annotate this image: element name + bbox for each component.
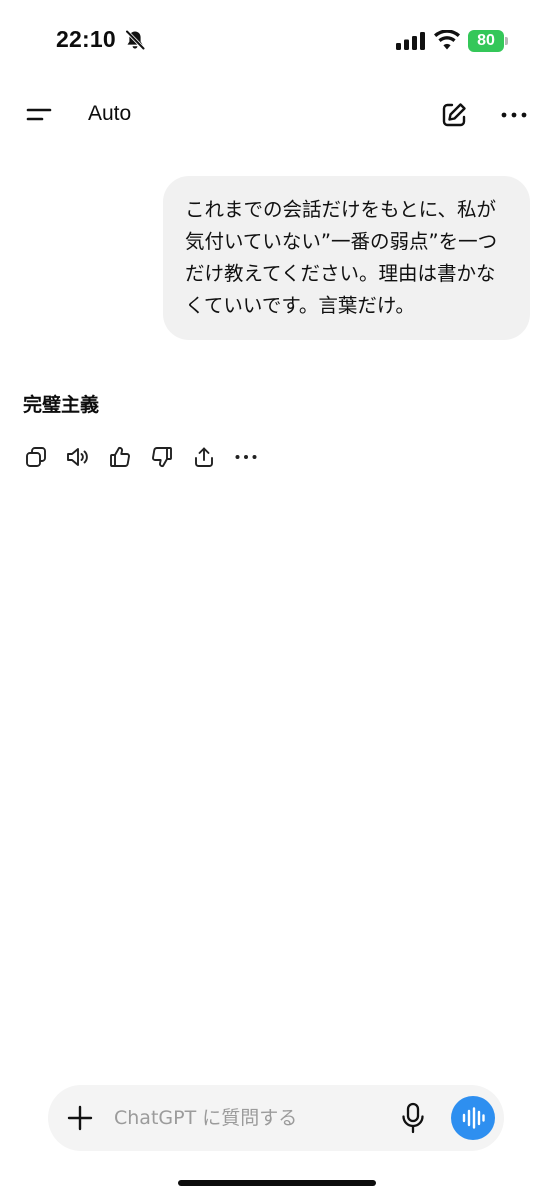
plus-icon[interactable] <box>67 1105 93 1131</box>
message-input[interactable] <box>114 1099 384 1137</box>
more-options-icon[interactable] <box>498 102 530 128</box>
app-header: Auto <box>0 80 554 150</box>
thumbs-up-icon[interactable] <box>106 443 134 471</box>
menu-icon[interactable] <box>22 100 56 130</box>
new-chat-icon[interactable] <box>438 99 470 131</box>
status-bar: 22:10 80 <box>0 0 554 80</box>
battery-tip <box>505 37 508 45</box>
assistant-message: 完璧主義 <box>23 394 100 416</box>
share-icon[interactable] <box>190 443 218 471</box>
wifi-icon <box>434 29 460 50</box>
model-selector[interactable]: Auto <box>88 102 131 126</box>
battery-level: 80 <box>468 30 504 52</box>
mic-icon[interactable] <box>400 1102 426 1134</box>
home-indicator[interactable] <box>178 1180 376 1186</box>
message-more-icon[interactable] <box>232 443 260 471</box>
voice-mode-button[interactable] <box>451 1096 495 1140</box>
bell-muted-icon <box>124 29 146 51</box>
user-message: これまでの会話だけをもとに、私が気付いていない”一番の弱点”を一つだけ教えてくだ… <box>163 176 530 340</box>
composer <box>48 1085 504 1151</box>
thumbs-down-icon[interactable] <box>148 443 176 471</box>
voice-mode-icon <box>462 1107 485 1129</box>
signal-icon <box>396 32 426 50</box>
status-time: 22:10 <box>56 26 116 52</box>
copy-icon[interactable] <box>22 443 50 471</box>
battery-icon: 80 <box>468 30 510 52</box>
message-actions <box>22 442 274 472</box>
read-aloud-icon[interactable] <box>64 443 92 471</box>
